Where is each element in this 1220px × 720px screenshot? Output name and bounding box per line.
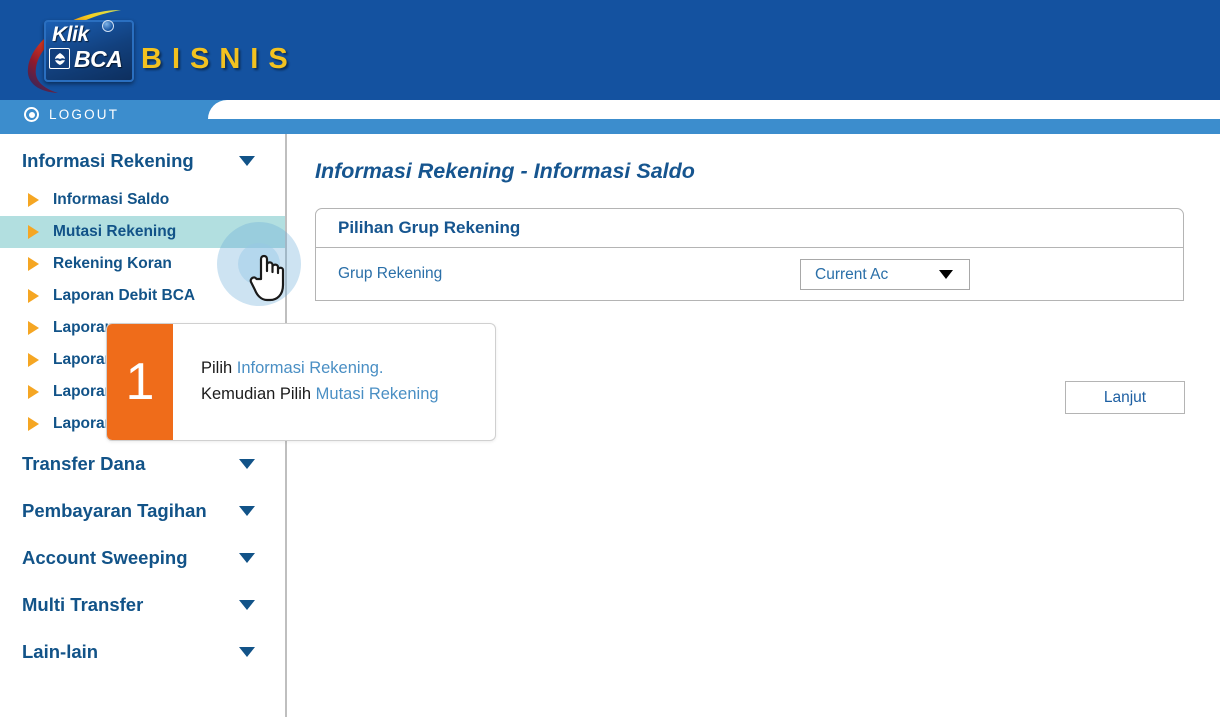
logo-globe-dot-icon bbox=[102, 20, 114, 32]
step-callout-body: Pilih Informasi Rekening. Kemudian Pilih… bbox=[173, 324, 495, 440]
account-group-panel: Pilihan Grup Rekening Grup Rekening Curr… bbox=[315, 208, 1184, 301]
sidebar-item-label: Laporan bbox=[53, 383, 115, 400]
triangle-right-icon bbox=[28, 353, 39, 367]
sidebar-item-label: Laporan bbox=[53, 351, 115, 368]
triangle-right-icon bbox=[28, 385, 39, 399]
sidebar-section-label: Pembayaran Tagihan bbox=[22, 499, 207, 521]
chevron-down-icon bbox=[239, 599, 255, 610]
chevron-down-icon bbox=[239, 646, 255, 657]
chevron-down-icon bbox=[939, 270, 953, 279]
callout-line-1-prefix: Pilih bbox=[201, 359, 237, 378]
sidebar-section-label: Lain-lain bbox=[22, 640, 99, 662]
sidebar-section-lain-lain[interactable]: Lain-lain bbox=[0, 628, 285, 675]
bca-seal-icon bbox=[49, 48, 70, 69]
chevron-down-icon bbox=[239, 505, 255, 516]
sidebar-item-label: Laporan bbox=[53, 319, 115, 336]
sidebar-section-pembayaran-tagihan[interactable]: Pembayaran Tagihan bbox=[0, 487, 285, 534]
step-callout: 1 Pilih Informasi Rekening. Kemudian Pil… bbox=[106, 323, 496, 441]
sidebar-section-informasi-rekening[interactable]: Informasi Rekening bbox=[0, 134, 285, 184]
lanjut-button[interactable]: Lanjut bbox=[1065, 381, 1185, 414]
triangle-right-icon bbox=[28, 193, 39, 207]
grup-rekening-select[interactable]: Current Ac bbox=[800, 259, 970, 290]
sidebar-item-label: Rekening Koran bbox=[53, 255, 172, 272]
page-title: Informasi Rekening - Informasi Saldo bbox=[315, 159, 695, 183]
sidebar-section-label: Transfer Dana bbox=[22, 452, 146, 474]
radio-circle-icon bbox=[24, 107, 39, 122]
chevron-down-icon bbox=[239, 552, 255, 563]
sidebar-item-label: Mutasi Rekening bbox=[53, 223, 177, 240]
chevron-down-icon bbox=[239, 156, 255, 166]
panel-heading: Pilihan Grup Rekening bbox=[316, 209, 1183, 248]
sidebar-section-multi-transfer[interactable]: Multi Transfer bbox=[0, 581, 285, 628]
sidebar-section-label: Account Sweeping bbox=[22, 546, 188, 568]
brand-title: BISNIS bbox=[141, 43, 298, 75]
sidebar-item-label: Informasi Saldo bbox=[53, 191, 170, 208]
hand-pointer-icon bbox=[249, 254, 285, 302]
triangle-right-icon bbox=[28, 321, 39, 335]
sidebar-item-informasi-saldo[interactable]: Informasi Saldo bbox=[0, 184, 285, 216]
triangle-right-icon bbox=[28, 225, 39, 239]
logout-label: LOGOUT bbox=[49, 107, 120, 122]
callout-line-2-highlight: Mutasi Rekening bbox=[315, 385, 439, 403]
callout-line-1: Pilih Informasi Rekening. bbox=[201, 356, 495, 382]
triangle-right-icon bbox=[28, 417, 39, 431]
panel-row-grup-rekening: Grup Rekening Current Ac bbox=[316, 248, 1183, 300]
app-root: Klik BCA BISNIS LOGOUT Informasi Rekenin… bbox=[0, 0, 1220, 720]
logo-klik-text: Klik bbox=[52, 23, 89, 46]
sidebar-section-label: Multi Transfer bbox=[22, 593, 144, 615]
sidebar-section-transfer-dana[interactable]: Transfer Dana bbox=[0, 440, 285, 487]
logout-bar: LOGOUT bbox=[0, 100, 1220, 134]
klikbca-logo: Klik BCA bbox=[18, 6, 146, 96]
app-header: Klik BCA BISNIS bbox=[0, 0, 1220, 100]
logout-button[interactable]: LOGOUT bbox=[24, 107, 119, 122]
grup-rekening-label: Grup Rekening bbox=[338, 265, 443, 282]
sidebar-section-account-sweeping[interactable]: Account Sweeping bbox=[0, 534, 285, 581]
step-number: 1 bbox=[107, 324, 173, 440]
sidebar-section-label: Informasi Rekening bbox=[22, 150, 194, 171]
select-value: Current Ac bbox=[815, 265, 889, 283]
callout-line-2-prefix: Kemudian Pilih bbox=[201, 385, 316, 403]
callout-line-2: Kemudian Pilih Mutasi Rekening bbox=[201, 382, 495, 408]
triangle-right-icon bbox=[28, 289, 39, 303]
triangle-right-icon bbox=[28, 257, 39, 271]
logo-bca-text: BCA bbox=[74, 46, 123, 72]
callout-line-1-highlight: Informasi Rekening. bbox=[236, 359, 384, 378]
header-tab-shape bbox=[208, 100, 1220, 119]
sidebar-item-label: Laporan Debit BCA bbox=[53, 287, 196, 304]
chevron-down-icon bbox=[239, 458, 255, 469]
